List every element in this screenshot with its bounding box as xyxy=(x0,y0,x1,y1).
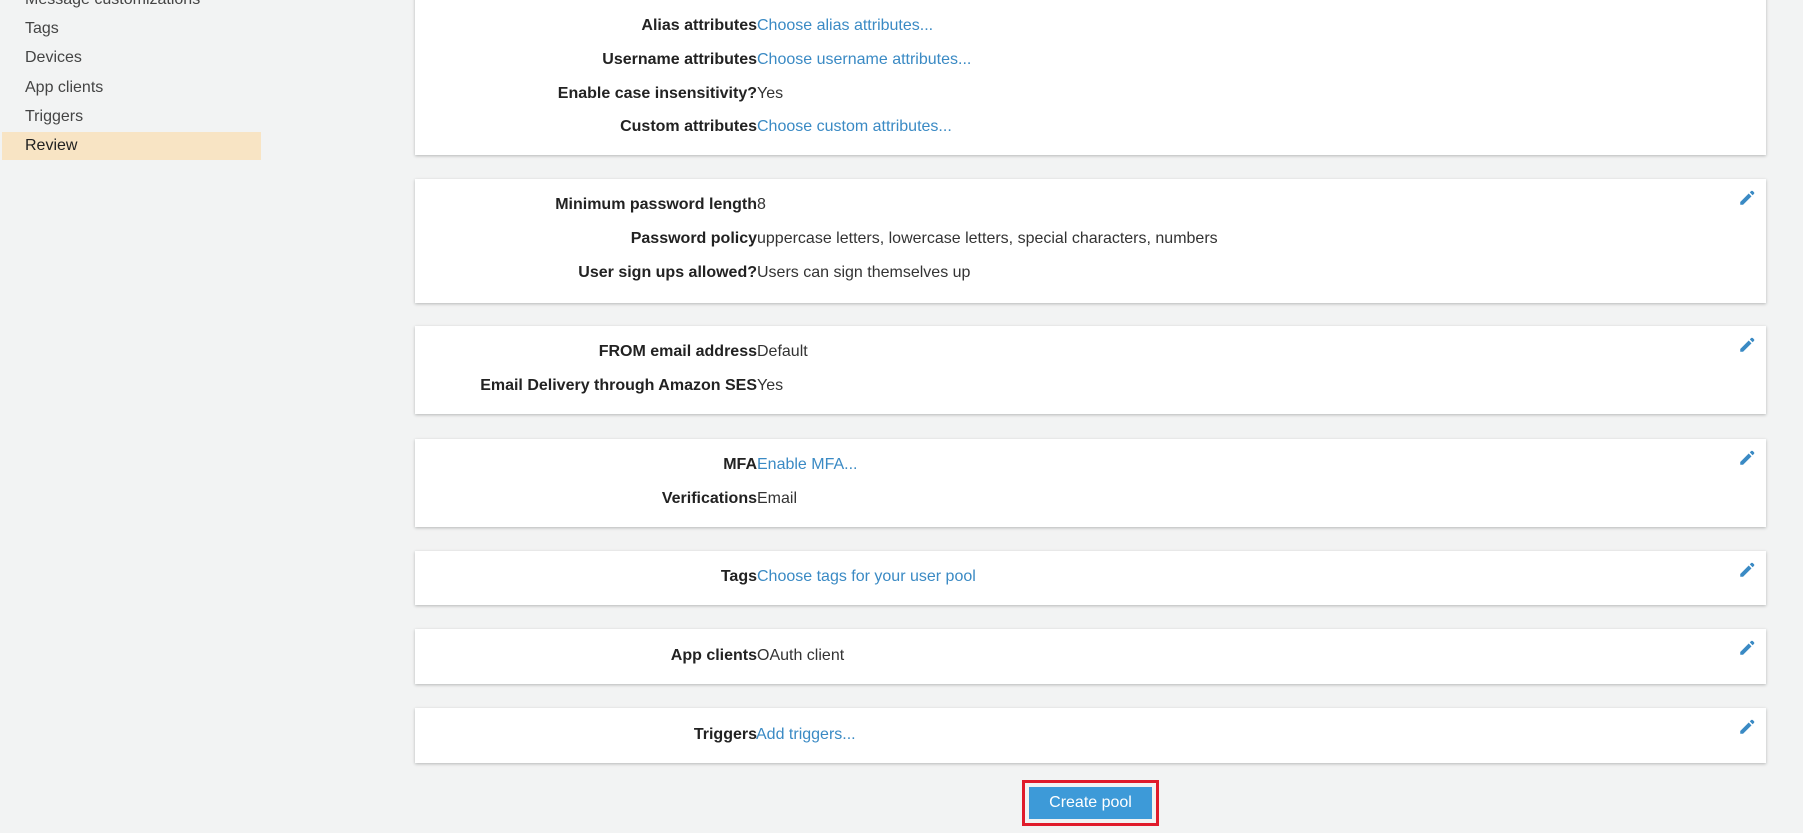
triggers-panel: Triggers Add triggers... xyxy=(415,708,1766,763)
enable-mfa-link[interactable]: Enable MFA... xyxy=(757,453,858,477)
ses-delivery-value: Yes xyxy=(757,377,784,394)
mfa-panel: MFA Enable MFA... Verifications Email xyxy=(415,439,1766,527)
min-password-length-label: Minimum password length xyxy=(555,196,757,213)
case-insensitivity-value: Yes xyxy=(757,85,784,102)
alias-attributes-row: Alias attributes Choose alias attributes… xyxy=(415,14,1766,38)
attributes-panel: Alias attributes Choose alias attributes… xyxy=(415,0,1766,155)
user-sign-ups-value: Users can sign themselves up xyxy=(757,264,971,281)
username-attributes-label: Username attributes xyxy=(602,51,757,68)
password-policy-label: Password policy xyxy=(630,230,757,247)
from-email-label: FROM email address xyxy=(598,343,757,360)
custom-attributes-row: Custom attributes Choose custom attribut… xyxy=(415,115,1766,139)
password-policy-row: Password policy uppercase letters, lower… xyxy=(415,227,1766,251)
mfa-row: MFA Enable MFA... xyxy=(415,453,1766,477)
app-clients-label: App clients xyxy=(670,647,757,664)
ses-delivery-row: Email Delivery through Amazon SES Yes xyxy=(415,374,1766,398)
tags-panel: Tags Choose tags for your user pool xyxy=(415,551,1766,605)
custom-attributes-label: Custom attributes xyxy=(620,118,757,135)
case-insensitivity-label: Enable case insensitivity? xyxy=(557,85,757,102)
min-password-length-row: Minimum password length 8 xyxy=(415,193,1766,217)
sidebar-item-triggers[interactable]: Triggers xyxy=(2,103,261,131)
choose-tags-link[interactable]: Choose tags for your user pool xyxy=(757,565,976,589)
triggers-row: Triggers Add triggers... xyxy=(415,723,1766,747)
alias-attributes-label: Alias attributes xyxy=(641,17,757,34)
create-pool-highlight: Create pool xyxy=(1022,780,1159,826)
from-email-value: Default xyxy=(757,343,808,360)
email-panel: FROM email address Default Email Deliver… xyxy=(415,326,1766,414)
choose-custom-attributes-link[interactable]: Choose custom attributes... xyxy=(757,115,952,139)
sidebar-item-devices[interactable]: Devices xyxy=(2,44,261,72)
verifications-value: Email xyxy=(757,490,798,507)
tags-label: Tags xyxy=(720,568,757,585)
app-clients-row: App clients OAuth client xyxy=(415,644,1766,668)
sidebar-item-app-clients[interactable]: App clients xyxy=(2,74,261,102)
sidebar: Message customizations Tags Devices App … xyxy=(0,0,262,833)
username-attributes-row: Username attributes Choose username attr… xyxy=(415,48,1766,72)
ses-delivery-label: Email Delivery through Amazon SES xyxy=(480,377,757,394)
case-insensitivity-row: Enable case insensitivity? Yes xyxy=(415,82,1766,106)
verifications-row: Verifications Email xyxy=(415,487,1766,511)
choose-alias-attributes-link[interactable]: Choose alias attributes... xyxy=(757,14,933,38)
sidebar-item-tags[interactable]: Tags xyxy=(2,15,261,43)
user-sign-ups-row: User sign ups allowed? Users can sign th… xyxy=(415,261,1766,285)
add-triggers-link[interactable]: Add triggers... xyxy=(756,723,856,747)
sidebar-item-message-customizations[interactable]: Message customizations xyxy=(2,0,261,14)
tags-row: Tags Choose tags for your user pool xyxy=(415,565,1766,589)
app-clients-value: OAuth client xyxy=(757,647,845,664)
create-pool-button[interactable]: Create pool xyxy=(1029,787,1152,819)
app-clients-panel: App clients OAuth client xyxy=(415,629,1766,684)
choose-username-attributes-link[interactable]: Choose username attributes... xyxy=(757,48,971,72)
user-sign-ups-label: User sign ups allowed? xyxy=(578,264,757,281)
mfa-label: MFA xyxy=(723,456,757,473)
policies-panel: Minimum password length 8 Password polic… xyxy=(415,179,1766,303)
min-password-length-value: 8 xyxy=(757,196,766,213)
sidebar-item-review[interactable]: Review xyxy=(2,132,261,160)
from-email-row: FROM email address Default xyxy=(415,340,1766,364)
password-policy-value: uppercase letters, lowercase letters, sp… xyxy=(757,230,1218,247)
verifications-label: Verifications xyxy=(661,490,757,507)
triggers-label: Triggers xyxy=(693,726,757,743)
